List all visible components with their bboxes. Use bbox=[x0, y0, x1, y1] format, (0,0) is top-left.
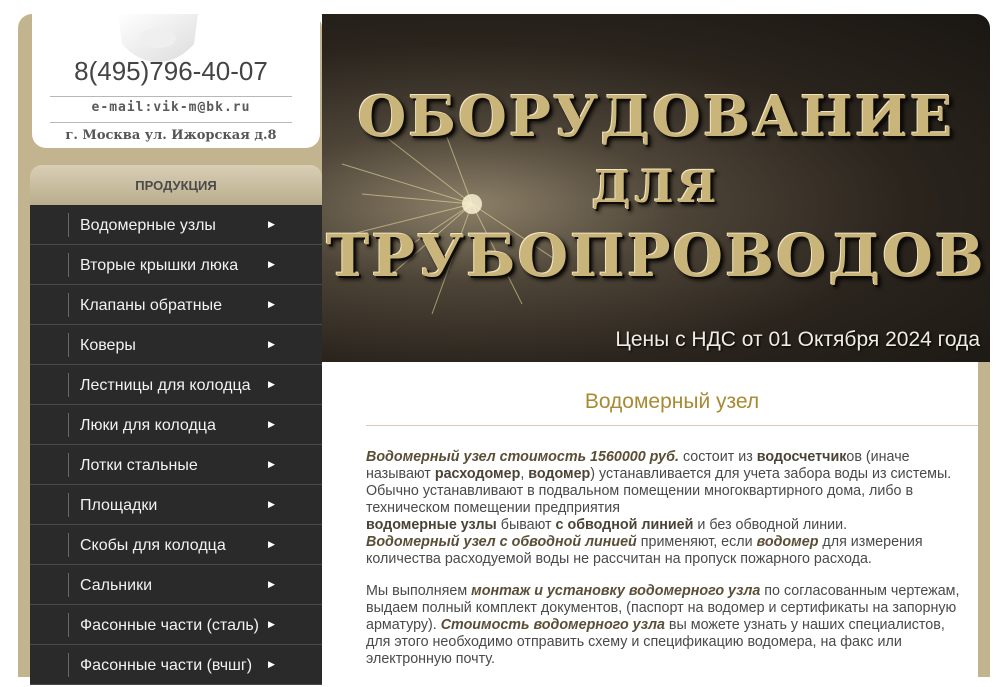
street-address: г. Москва ул. Ижорская д.8 bbox=[65, 128, 277, 143]
triangle-right-icon: ▶ bbox=[268, 259, 275, 269]
menu-item-label: Лотки стальные bbox=[80, 457, 198, 474]
text: и без обводной линии. bbox=[693, 517, 848, 533]
triangle-right-icon: ▶ bbox=[268, 499, 275, 509]
triangle-right-icon: ▶ bbox=[268, 619, 275, 629]
text-emphasis: водомерные узлы bbox=[366, 517, 497, 533]
triangle-right-icon: ▶ bbox=[268, 459, 275, 469]
triangle-right-icon: ▶ bbox=[268, 379, 275, 389]
menu-item-well-hatches[interactable]: Люки для колодца ▶ bbox=[30, 405, 322, 445]
menu-separator bbox=[68, 213, 69, 237]
menu-separator bbox=[68, 293, 69, 317]
menu-separator bbox=[68, 413, 69, 437]
menu-separator bbox=[68, 573, 69, 597]
text: применяют, если bbox=[636, 534, 757, 550]
menu-item-label: Фасонные части (сталь) bbox=[80, 617, 259, 634]
menu-item-label: Вторые крышки люка bbox=[80, 257, 239, 274]
description-paragraph-2: Мы выполняем монтаж и установку водомерн… bbox=[366, 583, 966, 668]
menu-item-well-brackets[interactable]: Скобы для колодца ▶ bbox=[30, 525, 322, 565]
menu-item-fittings-ductile-iron[interactable]: Фасонные части (вчшг) ▶ bbox=[30, 645, 322, 685]
text-emphasis: Водомерный узел стоимость 1560000 руб. bbox=[366, 449, 679, 465]
text: Мы выполняем bbox=[366, 583, 472, 599]
triangle-right-icon: ▶ bbox=[268, 659, 275, 669]
text-emphasis: водомер bbox=[756, 534, 819, 550]
banner-title-line-3: ТРУБОПРОВОДОВ bbox=[326, 222, 986, 290]
menu-item-platforms[interactable]: Площадки ▶ bbox=[30, 485, 322, 525]
text-emphasis: монтаж и установку водомерного узла bbox=[471, 583, 761, 599]
menu-item-second-hatch-covers[interactable]: Вторые крышки люка ▶ bbox=[30, 245, 322, 285]
menu-item-label: Лестницы для колодца bbox=[80, 377, 251, 394]
text-emphasis: Водомерный узел с обводной линией bbox=[366, 534, 637, 550]
menu-item-label: Клапаны обратные bbox=[80, 297, 222, 314]
menu-separator bbox=[68, 373, 69, 397]
menu-item-label: Скобы для колодца bbox=[80, 537, 226, 554]
phone-number: 8(495)796-40-07 bbox=[74, 56, 268, 86]
menu-separator bbox=[68, 333, 69, 357]
page-title: Водомерный узел bbox=[584, 390, 760, 413]
text-emphasis: Стоимость водомерного узла bbox=[440, 617, 665, 633]
text-emphasis: водомер bbox=[528, 466, 591, 482]
content-right-border bbox=[978, 362, 990, 677]
triangle-right-icon: ▶ bbox=[268, 539, 275, 549]
hero-banner: ОБОРУДОВАНИЕ ДЛЯ ТРУБОПРОВОДОВ Цены с НД… bbox=[322, 14, 990, 362]
menu-item-seals[interactable]: Сальники ▶ bbox=[30, 565, 322, 605]
menu-item-covers[interactable]: Коверы ▶ bbox=[30, 325, 322, 365]
menu-separator bbox=[68, 653, 69, 677]
menu-item-water-meter-units[interactable]: Водомерные узлы ▶ bbox=[30, 205, 322, 245]
triangle-right-icon: ▶ bbox=[268, 219, 275, 229]
menu-item-label: Водомерные узлы bbox=[80, 217, 216, 234]
divider bbox=[50, 96, 292, 97]
text-emphasis: водосчетчик bbox=[756, 449, 847, 465]
description-paragraph-1: Водомерный узел стоимость 1560000 руб. с… bbox=[366, 449, 966, 568]
menu-item-well-ladders[interactable]: Лестницы для колодца ▶ bbox=[30, 365, 322, 405]
menu-separator bbox=[68, 453, 69, 477]
triangle-right-icon: ▶ bbox=[268, 339, 275, 349]
products-menu-header: ПРОДУКЦИЯ bbox=[30, 165, 322, 205]
main-content: Водомерный узел Водомерный узел стоимост… bbox=[322, 362, 978, 677]
products-menu: Водомерные узлы ▶ Вторые крышки люка ▶ Кла… bbox=[30, 205, 322, 685]
menu-separator bbox=[68, 613, 69, 637]
title-divider bbox=[366, 425, 978, 426]
menu-separator bbox=[68, 533, 69, 557]
menu-item-label: Коверы bbox=[80, 337, 136, 354]
banner-title-line-2: ДЛЯ bbox=[591, 162, 721, 213]
text: состоит из bbox=[678, 449, 757, 465]
banner-title-line-1: ОБОРУДОВАНИЕ bbox=[357, 84, 955, 150]
text: бывают bbox=[496, 517, 556, 533]
menu-separator bbox=[68, 493, 69, 517]
triangle-right-icon: ▶ bbox=[268, 419, 275, 429]
email-address[interactable]: e-mail:vik-m@bk.ru bbox=[50, 100, 292, 115]
menu-item-label: Фасонные части (вчшг) bbox=[80, 657, 253, 674]
menu-item-label: Люки для колодца bbox=[80, 417, 216, 434]
menu-item-label: Площадки bbox=[80, 497, 158, 514]
menu-item-fittings-steel[interactable]: Фасонные части (сталь) ▶ bbox=[30, 605, 322, 645]
menu-item-label: Сальники bbox=[80, 577, 153, 594]
text-emphasis: с обводной линией bbox=[555, 517, 694, 533]
banner-price-note: Цены с НДС от 01 Октября 2024 года bbox=[615, 328, 980, 351]
menu-item-check-valves[interactable]: Клапаны обратные ▶ bbox=[30, 285, 322, 325]
menu-item-steel-trays[interactable]: Лотки стальные ▶ bbox=[30, 445, 322, 485]
menu-separator bbox=[68, 253, 69, 277]
triangle-right-icon: ▶ bbox=[268, 579, 275, 589]
triangle-right-icon: ▶ bbox=[268, 299, 275, 309]
divider bbox=[50, 122, 292, 123]
text-emphasis: расходомер bbox=[434, 466, 521, 482]
